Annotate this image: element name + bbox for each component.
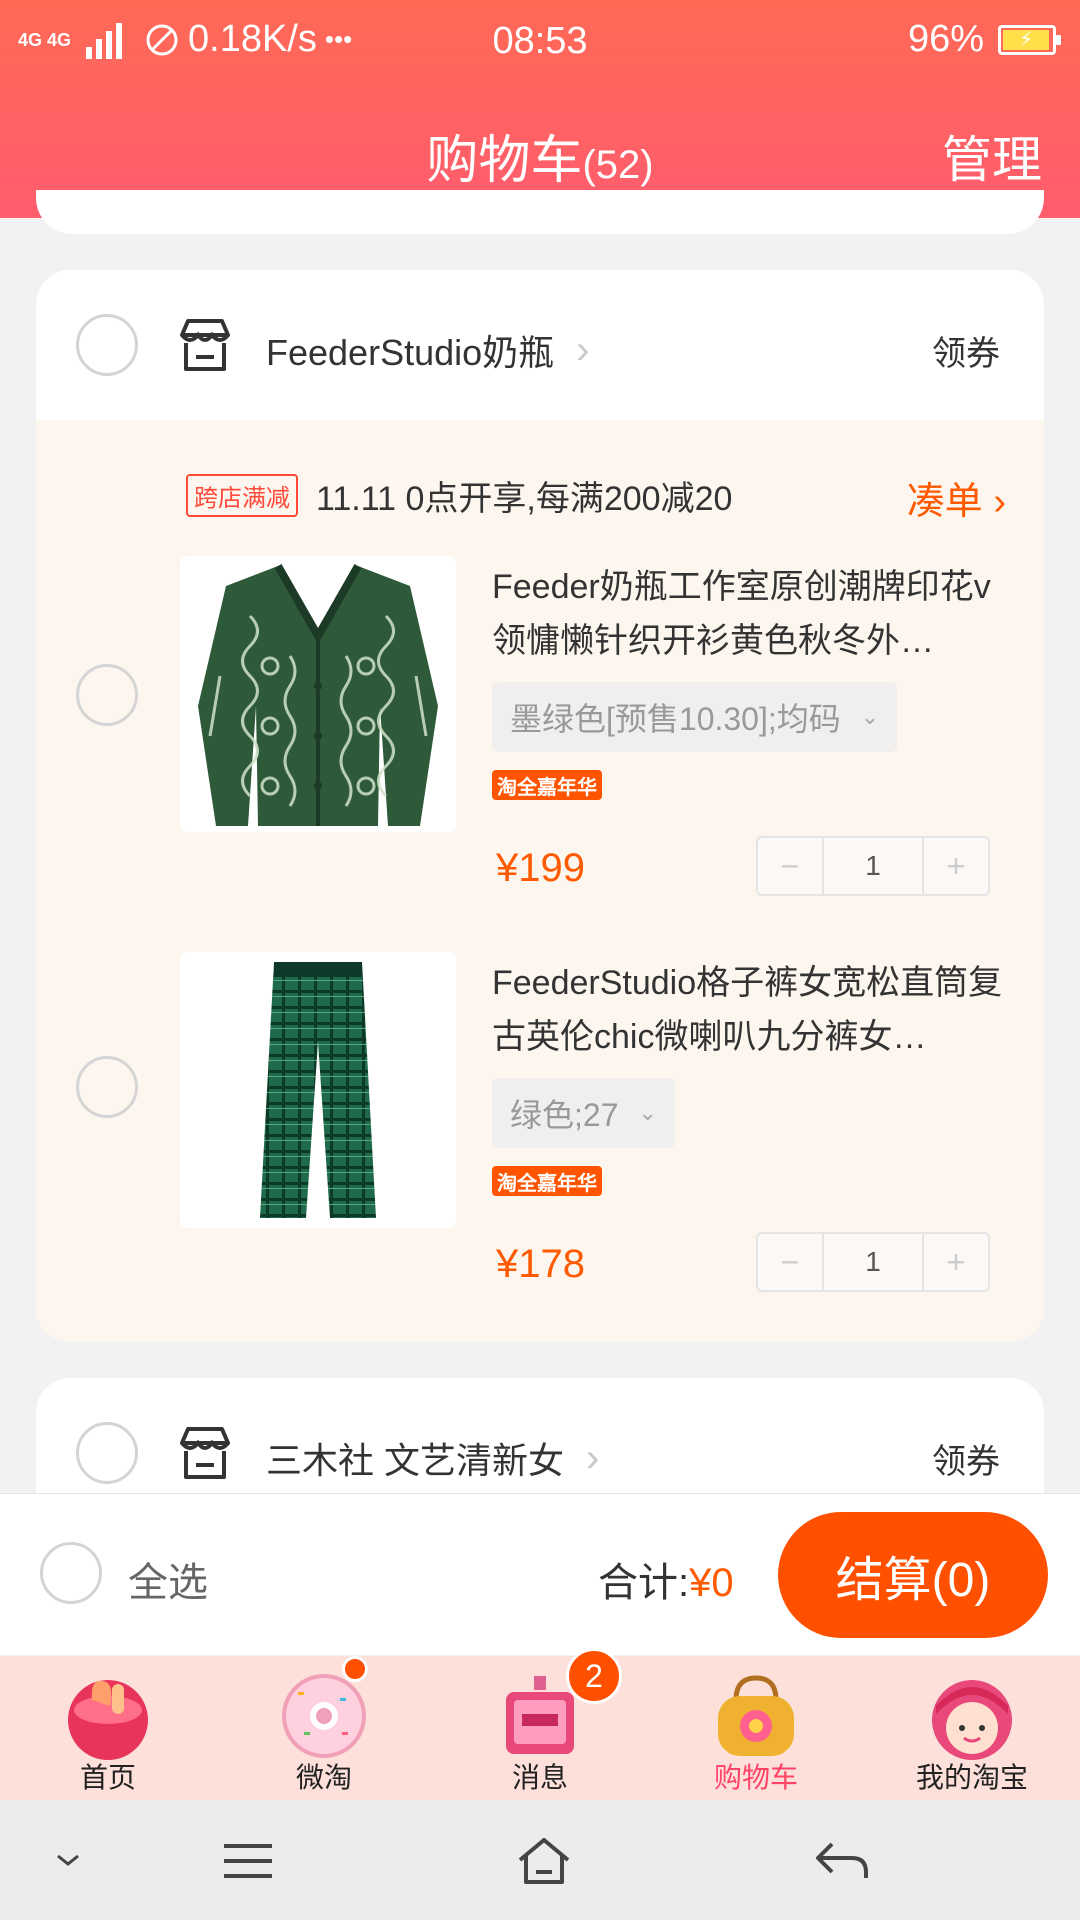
product-image-cardigan[interactable] [180, 556, 456, 832]
tab-weitao[interactable]: 微淘 [216, 1656, 432, 1800]
back-icon[interactable] [812, 1836, 872, 1886]
quantity-value[interactable]: 1 [822, 838, 924, 894]
pants-image [180, 952, 456, 1228]
cart-item: FeederStudio格子裤女宽松直筒复古英伦chic微喇叭九分裤女… 绿色;… [36, 952, 1044, 1332]
tab-label: 首页 [79, 1762, 136, 1793]
tab-label: 我的淘宝 [915, 1762, 1028, 1793]
promo-area: 跨店满减 11.11 0点开享,每满200减20 凑单 › Feeder奶瓶工作… [36, 420, 1044, 1342]
decrease-button[interactable]: − [758, 1234, 822, 1290]
message-badge: 2 [566, 1648, 622, 1704]
total-label: 合计: [598, 1561, 690, 1605]
increase-button[interactable]: + [924, 838, 988, 894]
tab-profile[interactable]: 我的淘宝 [864, 1656, 1080, 1800]
menu-icon[interactable] [218, 1836, 278, 1886]
checkout-bar: 全选 合计:¥0 结算(0) [0, 1493, 1080, 1655]
shop-name-link[interactable]: 三木社 文艺清新女 › [266, 1432, 599, 1484]
event-badge: 淘全嘉年华 [492, 1166, 602, 1196]
page-title: 购物车(52) [0, 118, 1080, 193]
sku-text: 墨绿色[预售10.30];均码 [510, 701, 841, 737]
shop-card: 三木社 文艺清新女 › 领券 [36, 1378, 1044, 1498]
tab-cart[interactable]: 购物车 [648, 1656, 864, 1800]
item-title[interactable]: Feeder奶瓶工作室原创潮牌印花v领慵懒针织开衫黄色秋冬外… [492, 560, 1012, 668]
page-title-text: 购物车 [426, 132, 583, 190]
notification-dot [342, 1656, 368, 1682]
shop-name-link[interactable]: FeederStudio奶瓶 › [266, 324, 589, 376]
profile-icon [932, 1680, 1012, 1760]
chevron-down-icon: ⌄ [638, 1100, 657, 1125]
system-nav-bar [0, 1800, 1080, 1920]
quantity-stepper: − 1 + [756, 1232, 990, 1292]
home-icon [68, 1680, 148, 1760]
item-price: ¥178 [496, 1242, 585, 1286]
event-badge: 淘全嘉年华 [492, 770, 602, 800]
promo-text: 11.11 0点开享,每满200减20 [316, 479, 733, 518]
item-title[interactable]: FeederStudio格子裤女宽松直筒复古英伦chic微喇叭九分裤女… [492, 956, 1012, 1064]
decrease-button[interactable]: − [758, 838, 822, 894]
total-amount: ¥0 [689, 1561, 734, 1605]
item-select-checkbox[interactable] [76, 664, 138, 726]
chevron-right-icon: › [576, 327, 590, 372]
cart-icon [718, 1675, 794, 1756]
quantity-stepper: − 1 + [756, 836, 990, 896]
tab-label: 购物车 [713, 1762, 798, 1793]
cart-count: (52) [582, 143, 654, 187]
product-image-pants[interactable] [180, 952, 456, 1228]
shop-name: 三木社 文艺清新女 [266, 1440, 565, 1481]
add-on-label: 凑单 [906, 481, 983, 523]
item-select-checkbox[interactable] [76, 1056, 138, 1118]
select-all-label[interactable]: 全选 [128, 1550, 208, 1608]
tab-label: 微淘 [295, 1762, 352, 1793]
coupon-button[interactable]: 领券 [932, 1434, 1000, 1483]
promo-row: 跨店满减 11.11 0点开享,每满200减20 凑单 › [186, 470, 1006, 523]
battery-icon: ⚡ [998, 24, 1061, 55]
tab-messages[interactable]: 2 消息 [432, 1648, 648, 1800]
header: 4G 4G 0.18K/s ••• 08:53 96% ⚡ 购物车(52) 管理 [0, 0, 1080, 218]
shop-select-checkbox[interactable] [76, 314, 138, 376]
increase-button[interactable]: + [924, 1234, 988, 1290]
cart-item: Feeder奶瓶工作室原创潮牌印花v领慵懒针织开衫黄色秋冬外… 墨绿色[预售10… [36, 556, 1044, 936]
previous-shop-card [36, 190, 1044, 234]
cardigan-image [180, 556, 456, 832]
item-price: ¥199 [496, 846, 585, 890]
shop-name: FeederStudio奶瓶 [266, 332, 555, 373]
shop-header: 三木社 文艺清新女 › 领券 [36, 1378, 1044, 1498]
store-icon [180, 319, 230, 371]
chevron-right-icon: › [993, 481, 1006, 523]
chevron-right-icon: › [586, 1435, 600, 1480]
home-nav-icon[interactable] [514, 1836, 574, 1886]
shop-header: FeederStudio奶瓶 › 领券 [36, 270, 1044, 420]
manage-button[interactable]: 管理 [942, 120, 1042, 192]
add-on-link[interactable]: 凑单 › [907, 470, 1006, 525]
promo-tag: 跨店满减 [186, 473, 298, 517]
chevron-down-icon: ⌄ [860, 704, 880, 729]
battery-percent: 96% [907, 18, 984, 60]
checkout-button[interactable]: 结算(0) [778, 1512, 1048, 1638]
sku-text: 绿色;27 [510, 1097, 619, 1133]
status-right: 96% ⚡ [907, 18, 1061, 61]
shop-select-checkbox[interactable] [76, 1422, 138, 1484]
coupon-button[interactable]: 领券 [932, 326, 1000, 375]
tab-label: 消息 [511, 1762, 568, 1793]
store-icon [180, 1427, 230, 1479]
sku-selector[interactable]: 绿色;27 ⌄ [492, 1078, 675, 1148]
tab-home[interactable]: 首页 [0, 1656, 216, 1800]
select-all-checkbox[interactable] [40, 1542, 102, 1604]
collapse-icon[interactable] [38, 1836, 98, 1886]
sku-selector[interactable]: 墨绿色[预售10.30];均码 ⌄ [492, 682, 898, 752]
quantity-value[interactable]: 1 [822, 1234, 924, 1290]
shop-card: FeederStudio奶瓶 › 领券 跨店满减 11.11 0点开享,每满20… [36, 270, 1044, 1342]
total-price: 合计:¥0 [598, 1550, 734, 1608]
status-bar: 4G 4G 0.18K/s ••• 08:53 96% ⚡ [0, 0, 1080, 80]
bottom-tab-bar: 首页 微淘 2 消息 购物车 我的淘宝 [0, 1648, 1080, 1800]
weitao-icon [282, 1674, 366, 1758]
